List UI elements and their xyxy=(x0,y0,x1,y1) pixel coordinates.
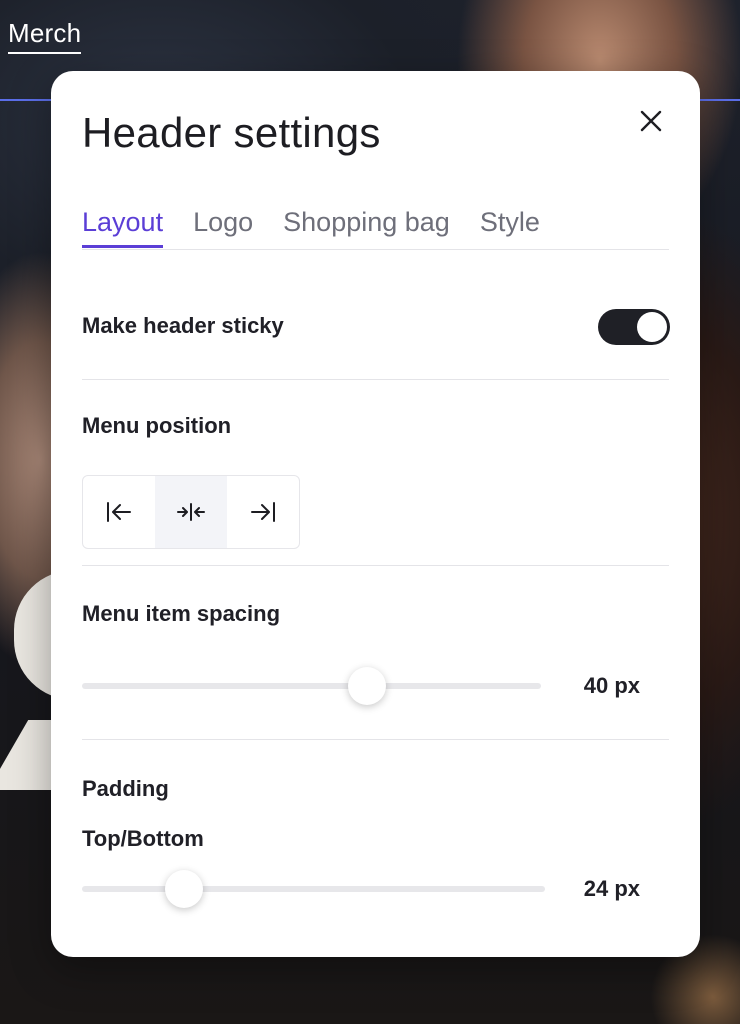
align-right-icon xyxy=(251,502,275,522)
menu-position-right-button[interactable] xyxy=(227,476,299,548)
menu-position-label: Menu position xyxy=(82,413,232,438)
sticky-toggle[interactable] xyxy=(598,309,670,345)
settings-tabs: Layout Logo Shopping bag Style xyxy=(82,205,669,250)
top-bottom-label: Top/Bottom xyxy=(82,826,204,851)
align-center-icon xyxy=(177,503,205,521)
menu-item-spacing-slider-track[interactable] xyxy=(82,683,541,689)
menu-item-spacing-label: Menu item spacing xyxy=(82,601,281,626)
tab-style[interactable]: Style xyxy=(480,205,540,247)
align-left-icon xyxy=(107,502,131,522)
tab-shopping-bag[interactable]: Shopping bag xyxy=(283,205,450,247)
divider xyxy=(82,565,669,566)
top-bottom-slider-track[interactable] xyxy=(82,886,545,892)
divider xyxy=(82,379,669,380)
top-bottom-value: 24 px xyxy=(583,876,640,901)
divider xyxy=(82,739,669,740)
toggle-knob xyxy=(637,312,667,342)
padding-label: Padding xyxy=(82,776,169,801)
dialog-title: Header settings xyxy=(82,109,381,156)
tab-layout[interactable]: Layout xyxy=(82,205,164,248)
top-bottom-slider-handle[interactable] xyxy=(164,870,203,908)
tab-logo[interactable]: Logo xyxy=(193,205,253,247)
close-button[interactable] xyxy=(635,105,667,137)
menu-item-spacing-slider-handle[interactable] xyxy=(347,667,386,705)
nav-link-merch[interactable]: Merch xyxy=(8,18,82,54)
header-settings-dialog: Header settings Layout Logo Shopping bag… xyxy=(51,71,700,957)
close-icon xyxy=(640,110,662,132)
menu-position-center-button[interactable] xyxy=(155,476,227,548)
menu-position-selector xyxy=(82,475,300,549)
sticky-label: Make header sticky xyxy=(82,313,284,338)
menu-position-left-button[interactable] xyxy=(83,476,155,548)
menu-item-spacing-value: 40 px xyxy=(583,673,640,698)
